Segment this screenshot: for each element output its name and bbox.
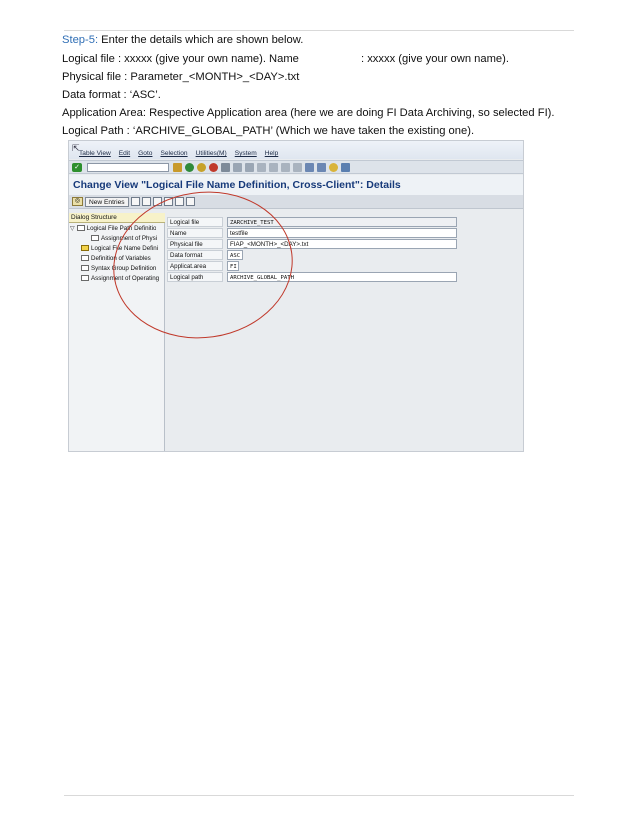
- sap-menubar: ⇱ Table View Edit Goto Selection Utiliti…: [69, 141, 523, 159]
- data-format-line: Data format : ‘ASC’.: [62, 89, 161, 101]
- screen-title: Change View "Logical File Name Definitio…: [73, 179, 401, 191]
- back-icon[interactable]: [185, 163, 194, 172]
- shortcut-icon[interactable]: [317, 163, 326, 172]
- folder-icon: [81, 275, 89, 281]
- cancel-icon[interactable]: [209, 163, 218, 172]
- folder-icon: [81, 265, 89, 271]
- menu-table-view[interactable]: Table View: [79, 150, 111, 157]
- delete-icon[interactable]: [142, 197, 151, 206]
- menu-selection[interactable]: Selection: [160, 150, 187, 157]
- new-session-icon[interactable]: [305, 163, 314, 172]
- first-page-icon[interactable]: [257, 163, 266, 172]
- application-area-line: Application Area: Respective Application…: [62, 107, 555, 119]
- new-entries-button[interactable]: New Entries: [85, 197, 129, 207]
- copy-icon[interactable]: [131, 197, 140, 206]
- save-icon[interactable]: [173, 163, 182, 172]
- logical-path-line: Logical Path : ‘ARCHIVE_GLOBAL_PATH’ (Wh…: [62, 125, 475, 137]
- find-next-icon[interactable]: [245, 163, 254, 172]
- folder-icon: [81, 255, 89, 261]
- menu-utilities[interactable]: Utilities(M): [196, 150, 227, 157]
- application-toolbar: ◎ New Entries: [69, 195, 523, 209]
- screen-title-bar: Change View "Logical File Name Definitio…: [69, 175, 523, 195]
- layout-icon[interactable]: [341, 163, 350, 172]
- logical-file-text: Logical file : xxxxx (give your own name…: [62, 53, 299, 65]
- exit-icon[interactable]: [197, 163, 206, 172]
- menu-items: Table View Edit Goto Selection Utilities…: [79, 150, 278, 157]
- prev-page-icon[interactable]: [269, 163, 278, 172]
- menu-system[interactable]: System: [235, 150, 257, 157]
- ok-check-icon[interactable]: ✓: [72, 163, 82, 172]
- bottom-rule: [64, 795, 574, 796]
- step-line: Step-5: Enter the details which are show…: [62, 34, 303, 46]
- step-label: Step-5:: [62, 34, 99, 46]
- logical-file-line: Logical file : xxxxx (give your own name…: [62, 53, 572, 65]
- next-page-icon[interactable]: [281, 163, 290, 172]
- toolbar-icons: [173, 163, 350, 172]
- expand-triangle-icon[interactable]: ▽: [70, 225, 75, 233]
- last-page-icon[interactable]: [293, 163, 302, 172]
- help-icon[interactable]: [329, 163, 338, 172]
- step-text: Enter the details which are shown below.: [98, 34, 304, 46]
- top-rule: [64, 30, 574, 31]
- folder-icon: [91, 235, 99, 241]
- name-value-text: : xxxxx (give your own name).: [361, 53, 509, 65]
- physical-file-line: Physical file : Parameter_<MONTH>_<DAY>.…: [62, 71, 300, 83]
- find-icon[interactable]: [233, 163, 242, 172]
- glasses-icon[interactable]: ◎: [72, 197, 83, 206]
- print-icon[interactable]: [221, 163, 230, 172]
- menu-help[interactable]: Help: [265, 150, 279, 157]
- open-folder-icon: [81, 245, 89, 251]
- command-field[interactable]: [87, 163, 169, 172]
- standard-toolbar: ✓: [69, 160, 523, 174]
- folder-icon: [76, 225, 85, 231]
- menu-edit[interactable]: Edit: [119, 150, 130, 157]
- menu-goto[interactable]: Goto: [138, 150, 152, 157]
